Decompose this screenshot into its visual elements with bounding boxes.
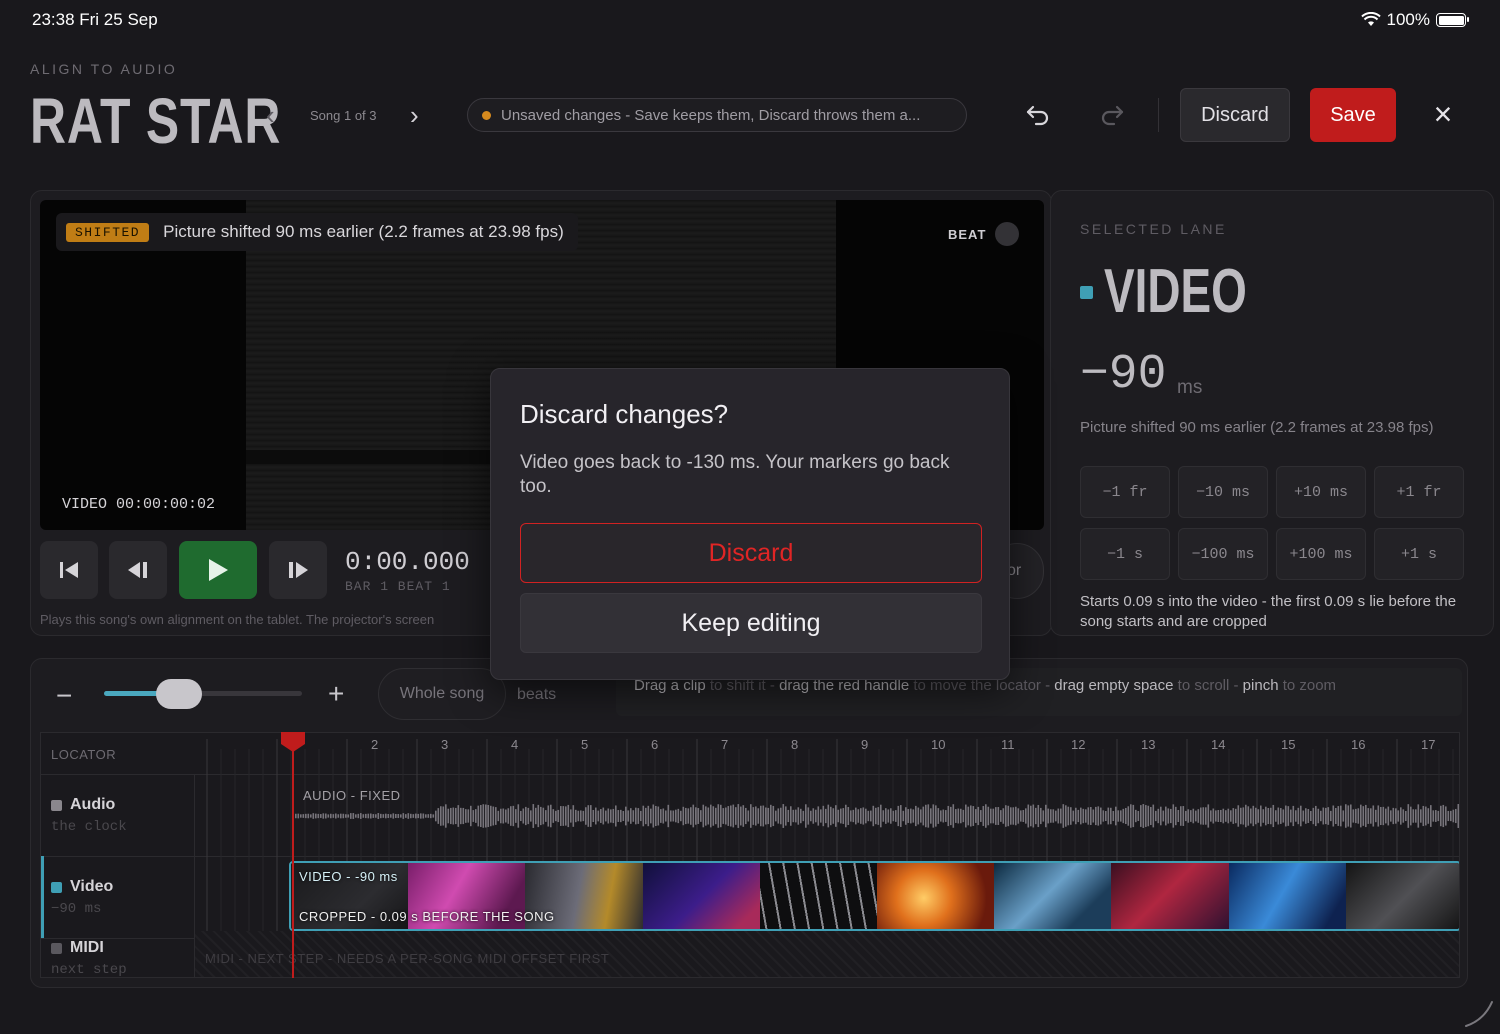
dialog-discard-button[interactable]: Discard xyxy=(520,523,982,583)
dialog-keep-editing-button[interactable]: Keep editing xyxy=(520,593,982,653)
discard-dialog: Discard changes? Video goes back to -130… xyxy=(490,368,1010,680)
pencil-hover-icon xyxy=(1465,1001,1493,1027)
dialog-body: Video goes back to -130 ms. Your markers… xyxy=(520,452,950,497)
dialog-title: Discard changes? xyxy=(520,399,729,429)
